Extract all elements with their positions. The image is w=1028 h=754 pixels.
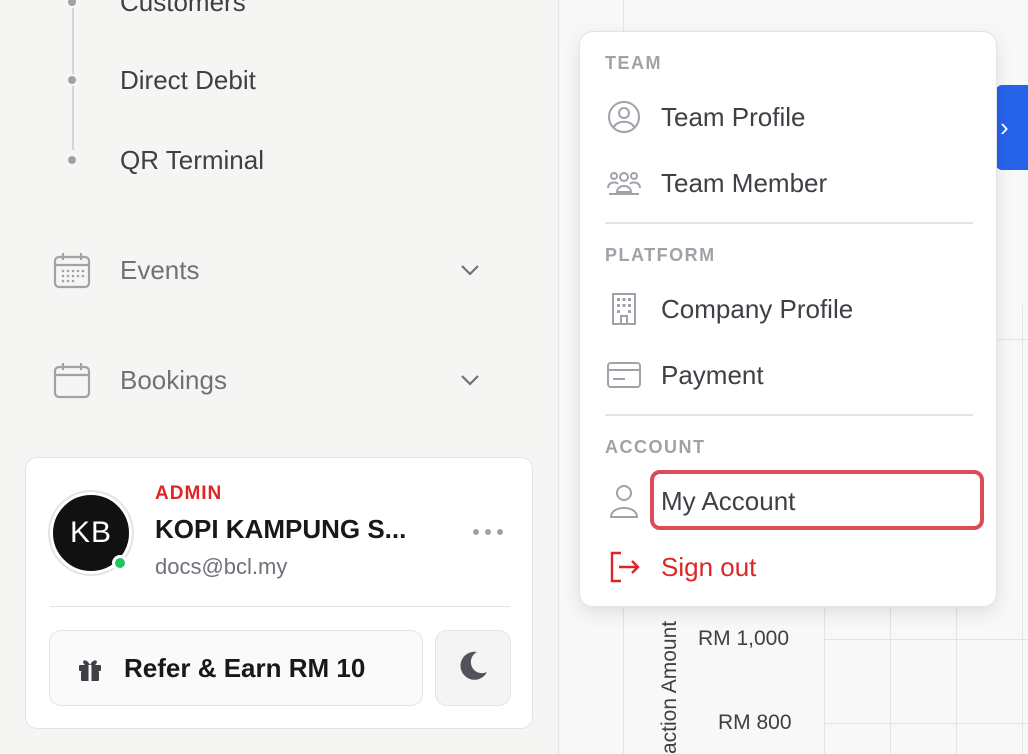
user-email: docs@bcl.my	[155, 554, 288, 579]
menu-divider	[605, 222, 973, 224]
organization-name: KOPI KAMPUNG S...	[155, 514, 407, 544]
menu-item-team-member[interactable]: Team Member	[594, 155, 984, 211]
sidebar-item-label: Bookings	[120, 364, 227, 395]
grid-line	[824, 723, 1028, 724]
y-tick-label: RM 1,000	[698, 627, 790, 650]
user-icon	[606, 483, 642, 519]
y-axis-label: action Amount	[658, 620, 681, 754]
primary-action-button[interactable]: ›	[996, 85, 1028, 170]
bullet-dot	[66, 154, 78, 166]
calendar-grid-icon	[52, 250, 92, 290]
refer-earn-button[interactable]: Refer & Earn RM 10	[49, 630, 423, 706]
sidebar-subitem-label: Direct Debit	[120, 64, 256, 95]
sidebar-subitem-label: QR Terminal	[120, 144, 265, 175]
sign-out-icon	[606, 549, 642, 585]
menu-item-label: Team Member	[661, 167, 828, 198]
menu-item-team-profile[interactable]: Team Profile	[594, 89, 984, 145]
sidebar-item-bookings[interactable]: Bookings	[0, 350, 530, 410]
user-circle-icon	[606, 99, 642, 135]
section-title-account: ACCOUNT	[605, 437, 706, 457]
account-dropdown-menu: TEAM Team Profile Team Member PLATFORM C…	[579, 31, 997, 607]
grid-line	[824, 639, 1028, 640]
bullet-dot	[66, 74, 78, 86]
credit-card-icon	[606, 357, 642, 393]
menu-item-label: Company Profile	[661, 293, 854, 324]
grid-line	[1022, 305, 1023, 754]
sidebar-subitem-direct-debit[interactable]: Direct Debit	[0, 60, 400, 100]
menu-item-payment[interactable]: Payment	[594, 347, 984, 403]
menu-item-label: Sign out	[661, 551, 757, 582]
menu-item-label: Payment	[661, 359, 764, 390]
y-tick-label: RM 800	[718, 711, 792, 734]
avatar-initials: KB	[69, 516, 113, 549]
section-title-platform: PLATFORM	[605, 245, 716, 265]
menu-divider	[605, 414, 973, 416]
section-title-team: TEAM	[605, 53, 662, 73]
sidebar-item-label: Events	[120, 254, 200, 285]
sidebar-subitem-customers[interactable]: Customers	[0, 0, 400, 22]
refer-earn-label: Refer & Earn RM 10	[124, 652, 366, 683]
online-status-dot	[112, 555, 128, 571]
sidebar: Customers Direct Debit QR Terminal Event…	[0, 0, 559, 754]
highlight-box	[650, 470, 984, 530]
sidebar-subitem-label: Customers	[120, 0, 246, 17]
profile-card: KB ADMIN KOPI KAMPUNG S... docs@bcl.my R…	[25, 457, 533, 729]
menu-item-company-profile[interactable]: Company Profile	[594, 281, 984, 337]
calendar-icon	[52, 360, 92, 400]
gift-icon	[76, 655, 104, 683]
sidebar-item-events[interactable]: Events	[0, 240, 530, 300]
divider	[50, 606, 510, 607]
menu-item-sign-out[interactable]: Sign out	[594, 539, 984, 595]
more-options-icon[interactable]	[470, 518, 506, 546]
moon-icon	[455, 648, 491, 689]
users-group-icon	[606, 165, 642, 201]
chevron-down-icon[interactable]	[456, 366, 484, 394]
menu-item-label: Team Profile	[661, 101, 806, 132]
building-icon	[606, 291, 642, 327]
chevron-down-icon[interactable]	[456, 256, 484, 284]
dark-mode-toggle[interactable]	[435, 630, 511, 706]
role-badge: ADMIN	[155, 483, 223, 504]
sidebar-subitem-qr-terminal[interactable]: QR Terminal	[0, 140, 400, 180]
bullet-dot	[66, 0, 78, 8]
